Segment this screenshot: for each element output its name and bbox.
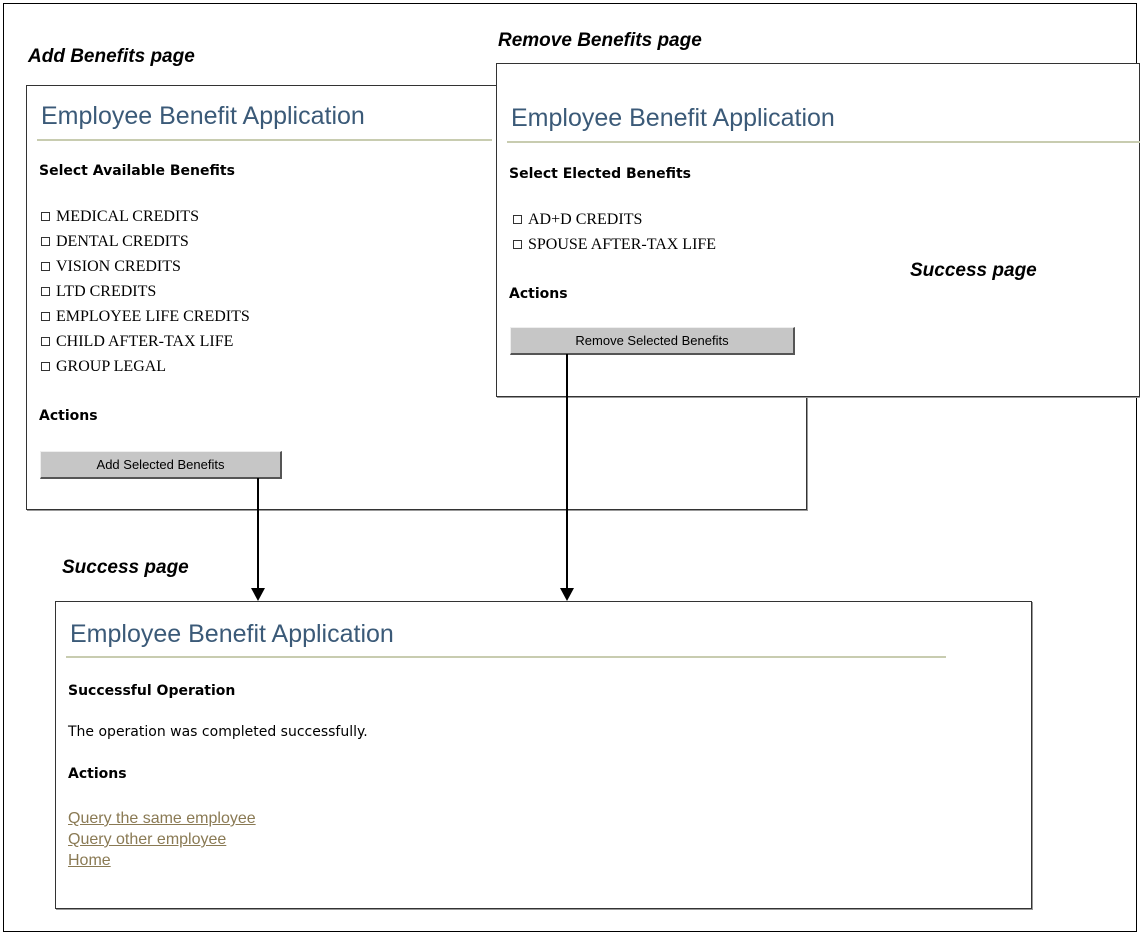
- arrow-add-to-success: [251, 478, 265, 601]
- arrow-remove-to-success: [560, 354, 574, 601]
- flow-arrows: [251, 354, 574, 601]
